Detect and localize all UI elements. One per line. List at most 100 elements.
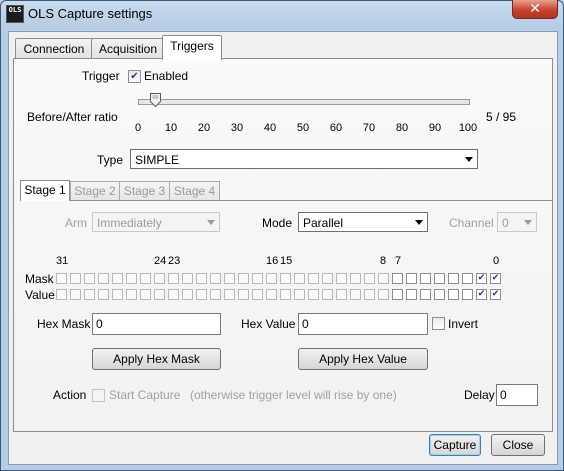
mask-bit-checkbox[interactable]: ✔ (476, 273, 487, 284)
mask-bit-checkbox[interactable] (112, 273, 123, 284)
mask-bit-checkbox[interactable] (238, 273, 249, 284)
mask-bit-checkbox[interactable] (84, 273, 95, 284)
mask-bit-checkbox[interactable] (182, 273, 193, 284)
mask-bit-checkbox[interactable] (448, 273, 459, 284)
mask-bit-checkbox[interactable] (308, 273, 319, 284)
value-bit-checkbox[interactable] (392, 289, 403, 300)
mask-bit-checkbox[interactable] (462, 273, 473, 284)
value-bit-checkbox[interactable] (364, 289, 375, 300)
app-icon: OLS (6, 5, 24, 23)
window-title: OLS Capture settings (28, 6, 153, 21)
value-bit-checkbox[interactable] (448, 289, 459, 300)
mask-label: Mask (25, 272, 54, 286)
mask-bit-checkbox[interactable] (196, 273, 207, 284)
type-select[interactable]: SIMPLE (130, 149, 478, 169)
hex-value-input[interactable]: 0 (298, 313, 428, 335)
value-bit-checkbox[interactable] (182, 289, 193, 300)
trigger-enabled-checkbox[interactable]: ✔ (128, 70, 141, 83)
value-bit-checkbox[interactable] (378, 289, 389, 300)
tab-stage-2[interactable]: Stage 2 (70, 181, 120, 200)
bit-label-8: 8 (380, 255, 387, 267)
mask-bit-checkbox[interactable] (322, 273, 333, 284)
value-bit-checkbox[interactable] (84, 289, 95, 300)
value-bit-checkbox[interactable] (308, 289, 319, 300)
mask-bit-checkbox[interactable] (420, 273, 431, 284)
mask-bit-checkbox[interactable] (336, 273, 347, 284)
value-bit-checkbox[interactable] (252, 289, 263, 300)
mask-bit-checkbox[interactable] (210, 273, 221, 284)
value-bit-checkbox[interactable] (70, 289, 81, 300)
ratio-tick-label: 30 (230, 122, 244, 134)
delay-input[interactable]: 0 (496, 384, 538, 406)
mask-bit-checkbox[interactable] (378, 273, 389, 284)
ratio-slider-track[interactable] (138, 99, 470, 105)
value-bit-checkbox[interactable] (224, 289, 235, 300)
close-button[interactable]: Close (491, 434, 545, 456)
mask-bit-checkbox[interactable] (98, 273, 109, 284)
value-bit-checkbox[interactable] (462, 289, 473, 300)
mask-bit-checkbox[interactable] (266, 273, 277, 284)
value-bit-checkbox[interactable] (154, 289, 165, 300)
value-bit-checkbox[interactable] (210, 289, 221, 300)
channel-select[interactable]: 0 (497, 212, 537, 232)
mask-bit-checkbox[interactable] (126, 273, 137, 284)
apply-hex-value-button[interactable]: Apply Hex Value (298, 348, 428, 370)
value-bit-checkbox[interactable]: ✔ (490, 289, 501, 300)
mode-select[interactable]: Parallel (298, 212, 428, 232)
delay-label: Delay (464, 388, 495, 402)
capture-button[interactable]: Capture (429, 434, 481, 456)
mask-bit-checkbox[interactable] (140, 273, 151, 284)
value-bit-checkbox[interactable]: ✔ (476, 289, 487, 300)
value-bit-checkbox[interactable] (126, 289, 137, 300)
arm-select[interactable]: Immediately (92, 212, 220, 232)
window-close-button[interactable]: ✕ (512, 0, 558, 19)
title-bar[interactable]: OLS OLS Capture settings (1, 1, 563, 27)
invert-checkbox[interactable] (432, 317, 445, 330)
invert-label: Invert (448, 317, 479, 331)
ratio-slider-thumb[interactable] (149, 93, 161, 108)
apply-hex-mask-button[interactable]: Apply Hex Mask (92, 348, 221, 370)
mask-bit-checkbox[interactable] (434, 273, 445, 284)
mask-bit-checkbox[interactable] (154, 273, 165, 284)
mask-bit-checkbox[interactable] (224, 273, 235, 284)
mask-bit-checkbox[interactable] (406, 273, 417, 284)
tab-acquisition[interactable]: Acquisition (91, 38, 165, 59)
start-capture-checkbox[interactable] (92, 389, 105, 402)
value-bit-checkbox[interactable] (294, 289, 305, 300)
value-bit-checkbox[interactable] (112, 289, 123, 300)
tab-triggers[interactable]: Triggers (162, 35, 222, 60)
tab-connection[interactable]: Connection (15, 38, 93, 59)
tab-stage-3[interactable]: Stage 3 (119, 181, 170, 200)
value-bit-checkbox[interactable] (406, 289, 417, 300)
value-bit-checkbox[interactable] (336, 289, 347, 300)
value-bit-checkbox[interactable] (280, 289, 291, 300)
mask-bit-checkbox[interactable] (56, 273, 67, 284)
value-bit-checkbox[interactable] (168, 289, 179, 300)
value-bit-checkbox[interactable] (266, 289, 277, 300)
type-label: Type (97, 153, 124, 167)
mask-bit-checkbox[interactable] (364, 273, 375, 284)
value-bit-checkbox[interactable] (196, 289, 207, 300)
mask-bit-checkbox[interactable]: ✔ (490, 273, 501, 284)
value-bit-checkbox[interactable] (322, 289, 333, 300)
mask-bit-checkbox[interactable] (280, 273, 291, 284)
value-bit-checkbox[interactable] (98, 289, 109, 300)
mask-bit-checkbox[interactable] (252, 273, 263, 284)
value-bit-checkbox[interactable] (350, 289, 361, 300)
mask-bit-checkbox[interactable] (294, 273, 305, 284)
hex-mask-input[interactable]: 0 (92, 313, 221, 335)
value-bit-checkbox[interactable] (56, 289, 67, 300)
mask-bit-checkbox[interactable] (350, 273, 361, 284)
tab-stage-4[interactable]: Stage 4 (169, 181, 220, 200)
value-bit-checkbox[interactable] (420, 289, 431, 300)
value-bit-checkbox[interactable] (238, 289, 249, 300)
mask-bit-checkbox[interactable] (392, 273, 403, 284)
mask-bit-checkbox[interactable] (70, 273, 81, 284)
trigger-enabled-label: Enabled (144, 69, 189, 83)
value-bit-checkbox[interactable] (140, 289, 151, 300)
value-bit-checkbox[interactable] (434, 289, 445, 300)
mask-bit-checkbox[interactable] (168, 273, 179, 284)
bit-label-31: 31 (56, 255, 69, 267)
ratio-tick-label: 70 (362, 122, 376, 134)
tab-stage-1[interactable]: Stage 1 (20, 180, 70, 201)
